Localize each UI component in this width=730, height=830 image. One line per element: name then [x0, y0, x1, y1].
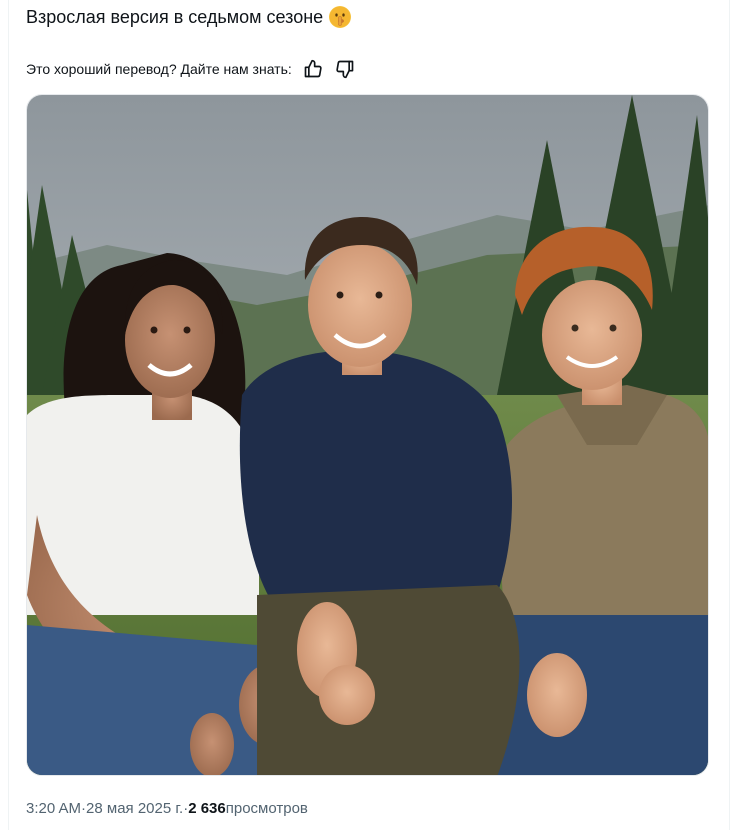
- shushing-face-emoji-icon: [329, 6, 352, 28]
- translation-feedback: Это хороший перевод? Дайте нам знать:: [26, 58, 356, 80]
- post-date[interactable]: 28 мая 2025 г.: [86, 800, 183, 817]
- post-time[interactable]: 3:20 AM: [26, 800, 81, 817]
- post-text: Взрослая версия в седьмом сезоне: [26, 5, 352, 29]
- views-count: 2 636: [188, 800, 226, 817]
- thumbs-up-icon[interactable]: [302, 58, 324, 80]
- photo-illustration: [27, 95, 708, 775]
- thumbs-down-icon[interactable]: [334, 58, 356, 80]
- views-label: просмотров: [225, 800, 308, 817]
- post: Взрослая версия в седьмом сезоне Это хор…: [0, 0, 730, 830]
- post-meta: 3:20 AM · 28 мая 2025 г. · 2 636 просмот…: [26, 800, 308, 817]
- post-photo[interactable]: [26, 94, 709, 776]
- post-text-content: Взрослая версия в седьмом сезоне: [26, 7, 324, 27]
- translation-prompt: Это хороший перевод? Дайте нам знать:: [26, 61, 292, 77]
